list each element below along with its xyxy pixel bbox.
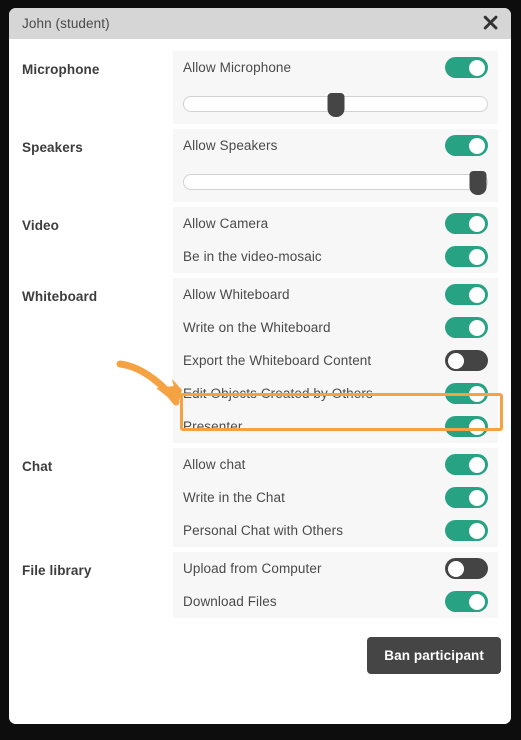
setting-row: Edit Objects Created by Others xyxy=(183,377,488,410)
section-label: File library xyxy=(22,563,92,578)
toggle-knob xyxy=(469,593,485,610)
setting-label: Write on the Whiteboard xyxy=(183,320,331,335)
participant-settings-dialog: John (student) Microphone Allow Microphon… xyxy=(9,8,511,724)
toggle-knob xyxy=(448,352,464,369)
setting-row: Write on the Whiteboard xyxy=(183,311,488,344)
setting-label: Export the Whiteboard Content xyxy=(183,353,372,368)
section-panel: Allow Whiteboard Write on the Whiteboard E… xyxy=(173,278,498,443)
setting-toggle[interactable] xyxy=(445,135,488,156)
setting-row: Allow chat xyxy=(183,448,488,481)
section-panel: Allow chat Write in the Chat Personal Chat… xyxy=(173,448,498,547)
setting-row: Be in the video-mosaic xyxy=(183,240,488,273)
setting-toggle[interactable] xyxy=(445,558,488,579)
slider-row xyxy=(183,162,488,202)
setting-toggle[interactable] xyxy=(445,520,488,541)
settings-section: File library Upload from Computer Download… xyxy=(9,552,511,618)
toggle-knob xyxy=(469,456,485,473)
section-label: Video xyxy=(22,218,60,233)
setting-toggle[interactable] xyxy=(445,591,488,612)
setting-label: Personal Chat with Others xyxy=(183,523,344,538)
toggle-knob xyxy=(469,59,485,76)
toggle-knob xyxy=(448,560,464,577)
setting-label: Allow Camera xyxy=(183,216,269,231)
section-panel: Allow Camera Be in the video-mosaic xyxy=(173,207,498,273)
setting-row: Allow Whiteboard xyxy=(183,278,488,311)
setting-row: Allow Microphone xyxy=(183,51,488,84)
setting-toggle[interactable] xyxy=(445,454,488,475)
setting-toggle[interactable] xyxy=(445,317,488,338)
section-panel: Allow Speakers xyxy=(173,129,498,202)
setting-label: Download Files xyxy=(183,594,277,609)
setting-label: Allow Microphone xyxy=(183,60,292,75)
section-label: Microphone xyxy=(22,62,100,77)
setting-toggle[interactable] xyxy=(445,213,488,234)
toggle-knob xyxy=(469,319,485,336)
ban-participant-button[interactable]: Ban participant xyxy=(367,637,501,674)
toggle-knob xyxy=(469,137,485,154)
settings-section: Microphone Allow Microphone xyxy=(9,51,511,124)
toggle-knob xyxy=(469,489,485,506)
section-label: Whiteboard xyxy=(22,289,98,304)
settings-sections: Microphone Allow Microphone Speakers Allow … xyxy=(9,51,511,618)
toggle-knob xyxy=(469,522,485,539)
dialog-body: Microphone Allow Microphone Speakers Allow … xyxy=(9,39,511,724)
slider-row xyxy=(183,84,488,124)
setting-toggle[interactable] xyxy=(445,350,488,371)
dialog-titlebar: John (student) xyxy=(9,8,511,39)
toggle-knob xyxy=(469,248,485,265)
toggle-knob xyxy=(469,215,485,232)
setting-toggle[interactable] xyxy=(445,246,488,267)
setting-label: Be in the video-mosaic xyxy=(183,249,322,264)
setting-toggle[interactable] xyxy=(445,57,488,78)
setting-label: Allow chat xyxy=(183,457,246,472)
setting-row: Upload from Computer xyxy=(183,552,488,585)
section-label: Speakers xyxy=(22,140,83,155)
settings-section: Chat Allow chat Write in the Chat Personal … xyxy=(9,448,511,547)
section-panel: Allow Microphone xyxy=(173,51,498,124)
settings-section: Video Allow Camera Be in the video-mosaic xyxy=(9,207,511,273)
toggle-knob xyxy=(469,286,485,303)
setting-label: Presenter xyxy=(183,419,243,434)
screenshot-root: John (student) Microphone Allow Microphon… xyxy=(0,0,521,740)
setting-row: Allow Camera xyxy=(183,207,488,240)
setting-label: Write in the Chat xyxy=(183,490,285,505)
setting-row: Personal Chat with Others xyxy=(183,514,488,547)
dialog-title: John (student) xyxy=(22,16,110,31)
slider-handle[interactable] xyxy=(327,93,344,117)
setting-label: Edit Objects Created by Others xyxy=(183,386,373,401)
toggle-knob xyxy=(469,418,485,435)
setting-toggle[interactable] xyxy=(445,416,488,437)
setting-row: Write in the Chat xyxy=(183,481,488,514)
speakers-volume-slider[interactable] xyxy=(183,171,488,195)
toggle-knob xyxy=(469,385,485,402)
setting-row: Export the Whiteboard Content xyxy=(183,344,488,377)
setting-toggle[interactable] xyxy=(445,284,488,305)
close-icon[interactable] xyxy=(478,12,502,36)
setting-label: Allow Speakers xyxy=(183,138,278,153)
microphone-volume-slider[interactable] xyxy=(183,93,488,117)
setting-toggle[interactable] xyxy=(445,487,488,508)
dialog-footer: Ban participant xyxy=(9,623,511,674)
setting-label: Allow Whiteboard xyxy=(183,287,290,302)
setting-label: Upload from Computer xyxy=(183,561,322,576)
settings-section: Speakers Allow Speakers xyxy=(9,129,511,202)
setting-row: Allow Speakers xyxy=(183,129,488,162)
slider-handle[interactable] xyxy=(469,171,487,195)
setting-toggle[interactable] xyxy=(445,383,488,404)
settings-section: Whiteboard Allow Whiteboard Write on the W… xyxy=(9,278,511,443)
section-panel: Upload from Computer Download Files xyxy=(173,552,498,618)
section-label: Chat xyxy=(22,459,53,474)
setting-row: Presenter xyxy=(183,410,488,443)
setting-row: Download Files xyxy=(183,585,488,618)
